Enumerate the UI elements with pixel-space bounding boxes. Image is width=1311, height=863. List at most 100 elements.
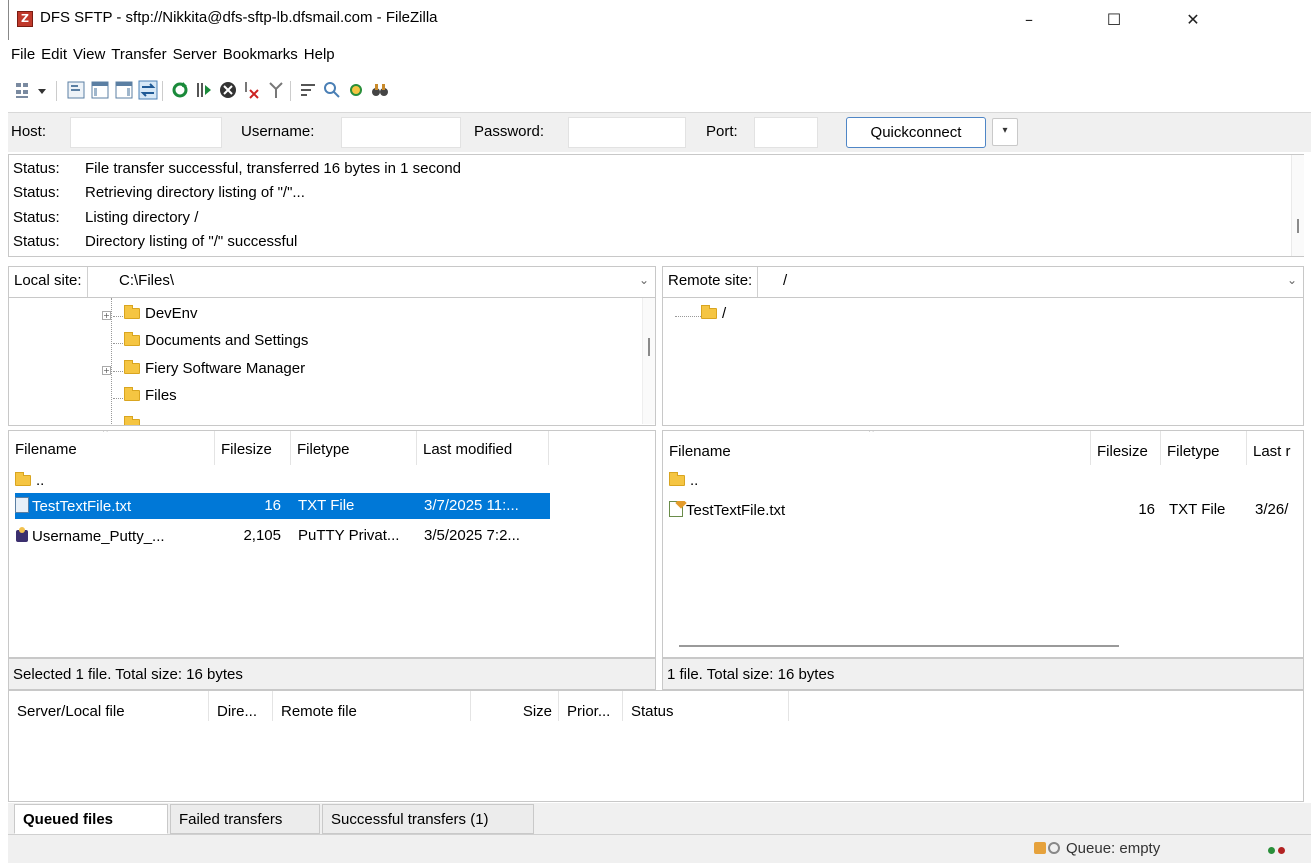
dropdown-arrow-icon[interactable] [36, 80, 48, 100]
toggle-transfer-queue-icon[interactable] [138, 80, 158, 100]
log-message: Directory listing of "/" successful [85, 233, 298, 250]
cancel-icon[interactable] [218, 80, 238, 100]
menu-edit[interactable]: Edit [38, 46, 70, 63]
scrollbar-thumb[interactable] [648, 338, 650, 356]
lock-icon [1034, 842, 1046, 854]
queue-column-remote-file[interactable]: Remote file [273, 691, 471, 721]
folder-icon [124, 305, 140, 319]
title-bar[interactable]: Z DFS SFTP - sftp://Nikkita@dfs-sftp-lb.… [8, 0, 1311, 40]
local-file-list[interactable]: ^ Filename Filesize Filetype Last modifi… [8, 430, 656, 658]
tab-successful-transfers[interactable]: Successful transfers (1) [322, 804, 534, 834]
menu-help[interactable]: Help [301, 46, 338, 63]
local-tree-scrollbar[interactable] [642, 298, 655, 424]
column-header-filename[interactable]: Filename [663, 431, 1091, 465]
tree-line [113, 398, 123, 399]
toggle-local-tree-icon[interactable] [90, 80, 110, 100]
log-scrollbar[interactable] [1291, 155, 1304, 256]
queue-column-size[interactable]: Size [471, 691, 559, 721]
toolbar-divider [290, 81, 291, 101]
transfer-indicator-green-icon [1268, 847, 1275, 854]
column-header-last-modified[interactable]: Last modified [417, 431, 549, 465]
list-item-parent[interactable]: .. [15, 469, 315, 495]
chevron-down-icon[interactable]: ⌄ [639, 273, 649, 287]
password-label: Password: [474, 123, 545, 140]
table-row[interactable]: TestTextFile.txt 16 TXT File 3/7/2025 11… [15, 493, 550, 519]
tree-line [113, 316, 123, 317]
log-scrollbar-thumb[interactable] [1297, 219, 1299, 233]
menu-server[interactable]: Server [170, 46, 220, 63]
tree-item-label: Documents and Settings [145, 332, 309, 349]
tree-item-fiery-software-manager[interactable]: Fiery Software Manager [124, 360, 305, 377]
text-file-icon [15, 497, 29, 513]
expand-icon[interactable]: + [102, 311, 111, 320]
queue-column-priority[interactable]: Prior... [559, 691, 623, 721]
remote-file-list[interactable]: ^ Filename Filesize Filetype Last r .. T… [662, 430, 1304, 658]
toggle-message-log-icon[interactable] [66, 80, 86, 100]
tab-failed-transfers[interactable]: Failed transfers [170, 804, 320, 834]
list-item-parent[interactable]: .. [669, 469, 969, 495]
file-name-label: Username_Putty_... [32, 528, 165, 545]
message-log[interactable]: Status: File transfer successful, transfe… [8, 154, 1304, 257]
local-directory-tree[interactable]: + DevEnv Documents and Settings + Fiery … [8, 298, 656, 426]
menu-view[interactable]: View [70, 46, 108, 63]
queue-column-server-local-file[interactable]: Server/Local file [9, 691, 209, 721]
folder-icon [124, 360, 140, 374]
sync-browse-icon[interactable] [346, 80, 366, 100]
column-header-filetype[interactable]: Filetype [1161, 431, 1247, 465]
table-row[interactable]: TestTextFile.txt 16 TXT File 3/26/ [669, 497, 1303, 523]
column-header-filename[interactable]: Filename [9, 431, 215, 465]
quickconnect-dropdown-button[interactable]: ▾ [992, 118, 1018, 146]
reconnect-icon[interactable] [266, 80, 286, 100]
file-modified: 3/7/2025 11:... [424, 497, 519, 514]
remote-directory-tree[interactable]: / [662, 298, 1304, 426]
local-site-label: Local site: [9, 267, 88, 297]
transfer-queue[interactable]: Server/Local file Dire... Remote file Si… [8, 690, 1304, 802]
maximize-button[interactable]: ☐ [1094, 8, 1134, 34]
process-queue-icon[interactable] [194, 80, 214, 100]
remote-status-text: 1 file. Total size: 16 bytes [662, 658, 1304, 690]
compare-directories-icon[interactable] [322, 80, 342, 100]
disconnect-icon[interactable] [242, 80, 262, 100]
remote-site-path-input[interactable]: / [783, 272, 787, 289]
column-header-last-modified[interactable]: Last r [1247, 431, 1303, 465]
directory-filter-icon[interactable] [298, 80, 318, 100]
tree-item-root[interactable]: / [701, 305, 726, 322]
log-message: Retrieving directory listing of "/"... [85, 184, 305, 201]
expand-icon[interactable]: + [102, 366, 111, 375]
host-input[interactable] [70, 117, 222, 148]
tree-item-files[interactable]: Files [124, 387, 177, 404]
port-input[interactable] [754, 117, 818, 148]
log-label: Status: [13, 160, 60, 177]
list-item-label: .. [690, 472, 699, 489]
column-header-filetype[interactable]: Filetype [291, 431, 417, 465]
queue-column-status[interactable]: Status [623, 691, 789, 721]
column-header-filesize[interactable]: Filesize [1091, 431, 1161, 465]
site-manager-icon[interactable] [14, 80, 34, 100]
tree-item-devenv[interactable]: DevEnv [124, 305, 198, 322]
local-site-path-input[interactable]: C:\Files\ [119, 272, 174, 289]
close-button[interactable]: ✕ [1173, 8, 1213, 34]
username-input[interactable] [341, 117, 461, 148]
minimize-button[interactable]: – [1009, 8, 1049, 34]
password-input[interactable] [568, 117, 686, 148]
menu-file[interactable]: File [8, 46, 38, 63]
toggle-remote-tree-icon[interactable] [114, 80, 134, 100]
queue-column-direction[interactable]: Dire... [209, 691, 273, 721]
tab-queued-files[interactable]: Queued files [14, 804, 168, 834]
table-row[interactable]: Username_Putty_... 2,105 PuTTY Privat...… [15, 523, 550, 549]
local-status-text: Selected 1 file. Total size: 16 bytes [8, 658, 656, 690]
tree-item-documents-and-settings[interactable]: Documents and Settings [124, 332, 308, 349]
log-line: Status: Listing directory / [13, 209, 198, 226]
menu-bookmarks[interactable]: Bookmarks [220, 46, 301, 63]
column-header-filesize[interactable]: Filesize [215, 431, 291, 465]
refresh-icon[interactable] [170, 80, 190, 100]
queue-status-text: Queue: empty [1066, 840, 1161, 857]
menu-transfer[interactable]: Transfer [108, 46, 169, 63]
chevron-down-icon[interactable]: ⌄ [1287, 273, 1297, 287]
remote-site-label: Remote site: [663, 267, 759, 297]
tree-item-label: / [722, 305, 727, 322]
horizontal-scrollbar-thumb[interactable] [679, 645, 1119, 647]
file-size: 16 [1138, 501, 1155, 518]
quickconnect-button[interactable]: Quickconnect [846, 117, 986, 148]
search-files-icon[interactable] [370, 80, 390, 100]
